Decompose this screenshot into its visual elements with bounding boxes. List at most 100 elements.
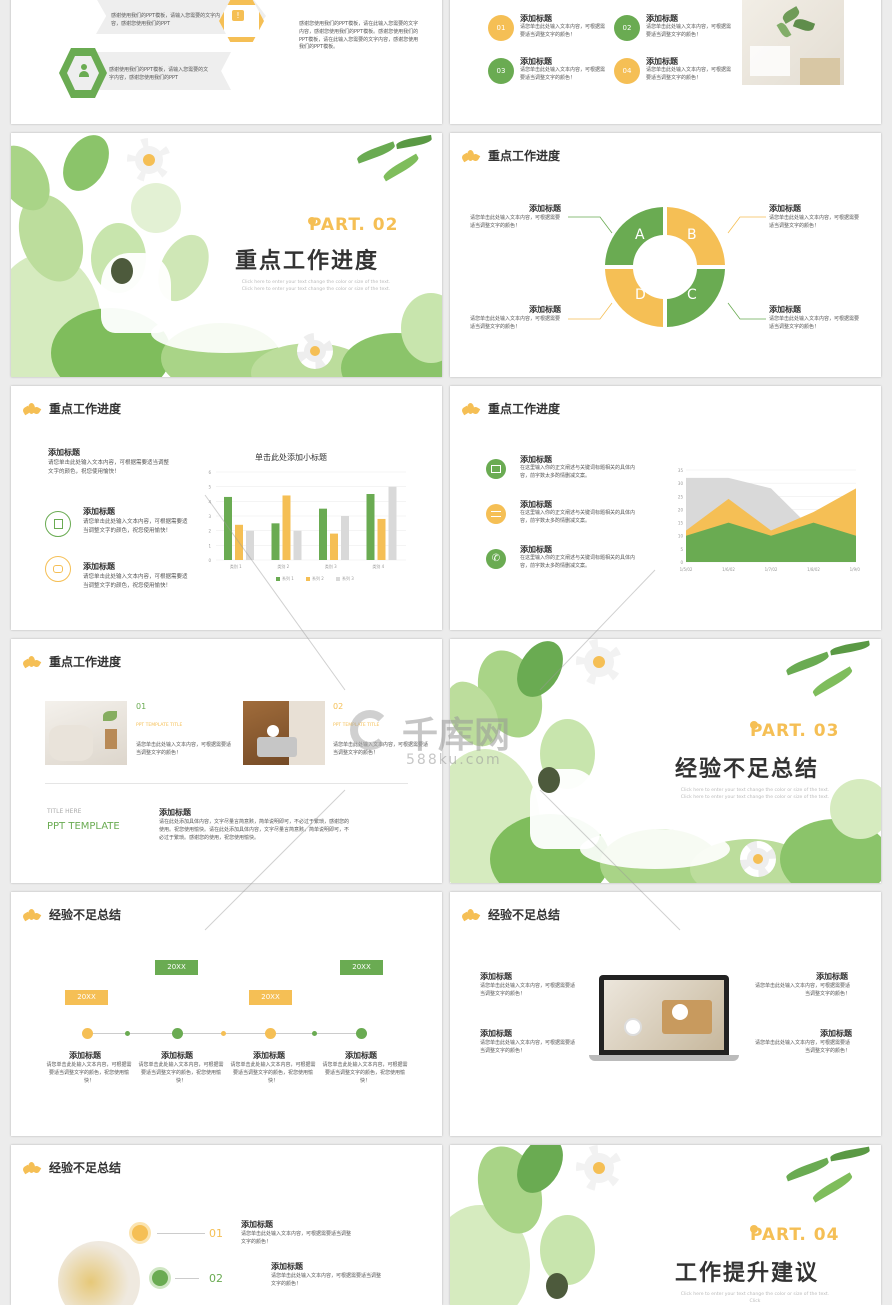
slide-2[interactable]: 01 添加标题 请您单击此处输入文本内容，可根据需要适当调整文字的颜色！ 02 添加标题… — [450, 0, 881, 124]
slide-laptop[interactable]: 经验不足总结 添加标题 请您单击此处输入文本内容，可根据需要适当调整文字的颜色！… — [450, 892, 881, 1136]
y-tick-label: 5 — [680, 547, 683, 552]
folder-icon-circle — [45, 511, 71, 537]
item-title: 添加标题 — [480, 1029, 512, 1038]
section-subtitle: Click here to enter your text change the… — [241, 280, 391, 293]
number-badge: 04 — [614, 58, 640, 84]
slide-header: 重点工作进度 — [21, 653, 121, 670]
lotus-icon — [21, 908, 42, 922]
item-title: 添加标题 — [529, 204, 561, 213]
section-title: 经验不足总结 — [675, 757, 820, 782]
item-text: 请您单击此处输入文本内容，可根据需要适当调整文字的颜色！ — [470, 215, 561, 229]
y-tick-label: 4 — [208, 499, 211, 504]
daisy-icon — [576, 1145, 622, 1191]
x-tick-label: 类别 1 — [230, 563, 242, 569]
title-here: TITLE HERE — [47, 808, 82, 815]
item-title: 添加标题 — [83, 562, 115, 571]
slide-area-chart[interactable]: 重点工作进度 添加标题 在这里输入你的正文阐述与关键词标题相关的具体内容，前字数… — [450, 386, 881, 630]
timeline-node — [172, 1028, 183, 1039]
header-title: 重点工作进度 — [488, 402, 561, 416]
laptop-base — [589, 1055, 739, 1061]
item-text: 请您单击此处输入文本内容，可根据需要适当调整文字的颜色！ — [136, 742, 232, 756]
slide-header: 经验不足总结 — [21, 906, 121, 923]
x-tick-label: 1/5/02 — [680, 567, 693, 572]
daisy-icon — [297, 333, 333, 369]
item-title: 添加标题 — [520, 57, 552, 66]
body-title: 添加标题 — [159, 808, 191, 817]
slide-cycle[interactable]: 重点工作进度 A B C D 添加标题 请您单击此处输入文本内容，可根据需要适当… — [450, 133, 881, 377]
y-tick-label: 2 — [208, 529, 211, 534]
item-title: 添加标题 — [646, 14, 678, 23]
y-tick-label: 5 — [208, 485, 211, 490]
bar — [319, 508, 327, 560]
y-tick-label: 30 — [678, 481, 684, 486]
chat-icon-circle — [45, 556, 71, 582]
legend-swatch — [306, 577, 310, 581]
item-title: 添加标题 — [769, 204, 801, 213]
item-text: 请您单击此处输入文本内容，可根据需要适当调整文字的颜色！ — [646, 24, 732, 38]
item-title: 添加标题 — [69, 1051, 101, 1060]
timeline-node — [82, 1028, 93, 1039]
y-tick-label: 0 — [208, 558, 211, 563]
timeline-node — [312, 1031, 317, 1036]
item-text: 请您单击此处输入文本内容，可根据需要适当调整文字的颜色，祝您使用愉快！ — [322, 1062, 408, 1084]
x-tick-label: 类别 3 — [325, 563, 337, 569]
image-icon — [486, 459, 506, 479]
slide-1[interactable]: 感谢使用我们的PPT模板，请输入您需要的文字内容，感谢您使用我们的PPT ! 感… — [11, 0, 442, 124]
bar — [366, 494, 375, 560]
slide-header: 重点工作进度 — [460, 400, 561, 417]
item-title: 添加标题 — [816, 972, 848, 981]
bar — [235, 524, 243, 560]
bar — [377, 518, 386, 560]
lotus-icon — [460, 402, 481, 416]
area-chart: 0 5 10 15 20 25 30 35 1/5/02 1/6/02 1/7/02 1/8/02 1/… — [678, 468, 860, 572]
number-badge: 01 — [488, 15, 514, 41]
slide-timeline[interactable]: 经验不足总结 20XX 20XX 20XX 20XX 添加标题 请您单击此处输入… — [11, 892, 442, 1136]
item-text: 请您单击此处输入文本内容，可根据需要适当调整文字的颜色！ — [520, 67, 606, 81]
bar-chart: 单击此处添加小标题 0 1 2 3 4 5 6 类别 1 类别 2 类别 3 类别 4 系列 1 系列 2… — [208, 452, 406, 581]
slide-bar-chart[interactable]: 重点工作进度 添加标题 请您单击此处输入文本内容，可根据需要适当调整文字的颜色，… — [11, 386, 442, 630]
right-text: 感谢您使用我们的PPT模板，请在此输入您需要的文字内容，感谢您使用我们的PPT模… — [299, 21, 419, 51]
item-num: 02 — [209, 1272, 223, 1285]
part-label: PART. 03 — [750, 721, 840, 741]
slide-summary-list[interactable]: 经验不足总结 01 02 添加标题 请您单击此处输入文本内容，可根据需要适当调整… — [11, 1145, 442, 1305]
y-tick-label: 20 — [678, 507, 684, 512]
item-title: 添加标题 — [520, 455, 552, 464]
item-title: 添加标题 — [271, 1262, 303, 1271]
daisy-icon — [127, 138, 171, 182]
year-tag: 20XX — [155, 960, 198, 975]
bar — [224, 496, 232, 560]
connector-lines — [568, 216, 766, 320]
lotus-icon — [460, 908, 481, 922]
top-title: 添加标题 — [48, 448, 80, 457]
bar — [293, 530, 302, 560]
item-title: 添加标题 — [520, 14, 552, 23]
timeline-node — [356, 1028, 367, 1039]
x-tick-label: 类别 4 — [372, 563, 384, 569]
slide-cover-part03[interactable]: PART. 03 经验不足总结 Click here to enter your… — [450, 639, 881, 883]
item-text: 请您单击此处输入文本内容，可根据需要适当调整文字的颜色！ — [480, 1040, 576, 1054]
y-tick-label: 0 — [680, 560, 683, 565]
y-tick-label: 10 — [678, 534, 684, 539]
section-title: 工作提升建议 — [675, 1261, 820, 1286]
bar — [341, 516, 349, 560]
bar — [246, 530, 254, 560]
slide-cover-part04[interactable]: PART. 04 工作提升建议 Click here to enter your… — [450, 1145, 881, 1305]
item-text: 请您单击此处输入文本内容，可根据需要适当调整文字的颜色！ — [470, 316, 561, 330]
daisy-icon — [740, 841, 776, 877]
slide-photos[interactable]: 重点工作进度 01 PPT TEMPLATE TITLE 请您单击此处输入文本内… — [11, 639, 442, 883]
item-text: 请您单击此处输入文本内容，可根据需要适当调整文字的颜色！ — [271, 1273, 382, 1287]
item-text: 请您单击此处输入文本内容，可根据需要适当调整文字的颜色！ — [755, 983, 851, 997]
target-icon — [149, 1267, 171, 1289]
bar — [388, 486, 397, 560]
lotus-icon — [21, 402, 42, 416]
legend-label: 系列 1 — [282, 575, 294, 581]
item-sub: PPT TEMPLATE TITLE — [333, 723, 380, 728]
item-title: 添加标题 — [253, 1051, 285, 1060]
timeline-node — [125, 1031, 130, 1036]
chart-title: 单击此处添加小标题 — [255, 452, 327, 462]
year-tag: 20XX — [65, 990, 108, 1005]
slide-header: 经验不足总结 — [21, 1159, 121, 1176]
slide-cover-part02[interactable]: PART. 02 重点工作进度 Click here to enter your… — [11, 133, 442, 377]
bar — [271, 523, 280, 560]
number-badge: 03 — [488, 58, 514, 84]
